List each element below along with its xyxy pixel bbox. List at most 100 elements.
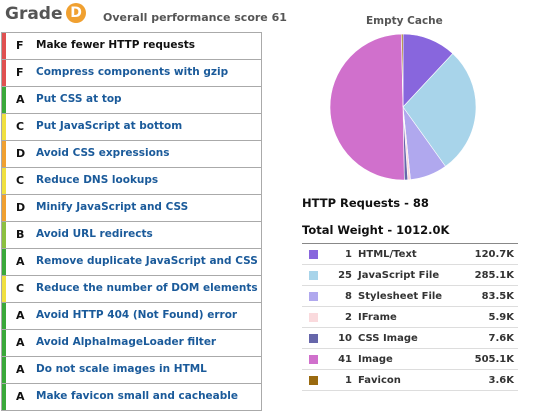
rule-label[interactable]: Reduce the number of DOM elements [36,282,258,294]
component-type: JavaScript File [358,270,440,281]
component-row: 1 Favicon 3.6K [302,370,518,391]
rule-item[interactable]: A Remove duplicate JavaScript and CSS [2,249,261,276]
legend-swatch [309,271,318,280]
components-table: 1 HTML/Text 120.7K 25 JavaScript File 285.1K 8… [302,243,518,391]
rule-item[interactable]: A Do not scale images in HTML [2,357,261,384]
component-row: 1 HTML/Text 120.7K [302,244,518,265]
http-requests: HTTP Requests - 88 [302,196,429,210]
component-size: 285.1K [474,270,514,281]
rule-grade: A [16,255,25,268]
rule-grade: D [16,147,26,160]
chart-title: Empty Cache [366,15,443,27]
legend-swatch [309,355,318,364]
rule-item[interactable]: B Avoid URL redirects [2,222,261,249]
legend-swatch [309,334,318,343]
rule-item[interactable]: A Avoid HTTP 404 (Not Found) error [2,303,261,330]
component-size: 120.7K [474,249,514,260]
legend-swatch [309,376,318,385]
legend-swatch [309,250,318,259]
rule-label[interactable]: Avoid CSS expressions [36,147,170,159]
grade-color-bar [2,303,6,329]
grade-label: Grade [5,4,63,24]
rule-grade: C [16,120,25,133]
grade-color-bar [2,60,6,86]
component-type: Favicon [358,375,401,386]
component-row: 2 IFrame 5.9K [302,307,518,328]
component-size: 505.1K [474,354,514,365]
grade-badge: D [66,3,86,23]
component-row: 8 Stylesheet File 83.5K [302,286,518,307]
component-size: 5.9K [488,312,514,323]
component-count: 25 [338,270,352,281]
overall-score: Overall performance score 61 [103,11,287,24]
rule-label[interactable]: Make fewer HTTP requests [36,39,195,51]
grade-color-bar [2,330,6,356]
rule-label[interactable]: Put CSS at top [36,93,122,105]
component-count: 1 [345,249,352,260]
rule-grade: C [16,282,25,295]
component-row: 25 JavaScript File 285.1K [302,265,518,286]
rule-grade: A [16,93,25,106]
rule-item[interactable]: A Make favicon small and cacheable [2,384,261,411]
rule-item[interactable]: C Put JavaScript at bottom [2,114,261,141]
grade-color-bar [2,195,6,221]
component-size: 83.5K [481,291,514,302]
component-row: 10 CSS Image 7.6K [302,328,518,349]
pie-slice [329,33,405,181]
rules-list: F Make fewer HTTP requests F Compress compo… [1,32,262,411]
rule-grade: B [16,228,25,241]
rule-grade: A [16,309,25,322]
rule-grade: F [16,66,24,79]
rule-grade: A [16,363,25,376]
component-count: 10 [338,333,352,344]
rule-item[interactable]: C Reduce DNS lookups [2,168,261,195]
component-size: 3.6K [488,375,514,386]
rule-grade: D [16,201,26,214]
weight-pie-chart [329,33,477,181]
component-size: 7.6K [488,333,514,344]
rule-grade: A [16,336,25,349]
component-type: Stylesheet File [358,291,443,302]
grade-header: Grade D Overall performance score 61 [0,0,300,32]
rule-item[interactable]: A Avoid AlphaImageLoader filter [2,330,261,357]
rule-label[interactable]: Make favicon small and cacheable [36,390,238,402]
component-count: 2 [345,312,352,323]
stats-panel: Empty Cache HTTP Requests - 88 Total Wei… [298,0,540,410]
rule-item[interactable]: C Reduce the number of DOM elements [2,276,261,303]
grade-color-bar [2,222,6,248]
rule-label[interactable]: Reduce DNS lookups [36,174,158,186]
rule-label[interactable]: Do not scale images in HTML [36,363,207,375]
rule-item[interactable]: D Minify JavaScript and CSS [2,195,261,222]
rule-item[interactable]: D Avoid CSS expressions [2,141,261,168]
grade-color-bar [2,276,6,302]
rule-grade: F [16,39,24,52]
rule-grade: C [16,174,25,187]
component-type: CSS Image [358,333,418,344]
component-count: 41 [338,354,352,365]
rule-label[interactable]: Avoid URL redirects [36,228,153,240]
grade-color-bar [2,384,6,410]
total-weight: Total Weight - 1012.0K [302,223,450,237]
rule-item[interactable]: A Put CSS at top [2,87,261,114]
grade-color-bar [2,33,6,59]
rule-label[interactable]: Avoid AlphaImageLoader filter [36,336,216,348]
grade-color-bar [2,87,6,113]
rule-label[interactable]: Compress components with gzip [36,66,228,78]
grade-color-bar [2,357,6,383]
component-type: Image [358,354,393,365]
grade-color-bar [2,168,6,194]
legend-swatch [309,313,318,322]
rule-grade: A [16,390,25,403]
rule-label[interactable]: Remove duplicate JavaScript and CSS [36,255,258,267]
rule-label[interactable]: Avoid HTTP 404 (Not Found) error [36,309,237,321]
component-count: 8 [345,291,352,302]
rule-label[interactable]: Minify JavaScript and CSS [36,201,188,213]
rule-label[interactable]: Put JavaScript at bottom [36,120,182,132]
component-type: IFrame [358,312,397,323]
legend-swatch [309,292,318,301]
component-count: 1 [345,375,352,386]
rule-item[interactable]: F Make fewer HTTP requests [2,33,261,60]
grade-color-bar [2,114,6,140]
grade-color-bar [2,141,6,167]
rule-item[interactable]: F Compress components with gzip [2,60,261,87]
